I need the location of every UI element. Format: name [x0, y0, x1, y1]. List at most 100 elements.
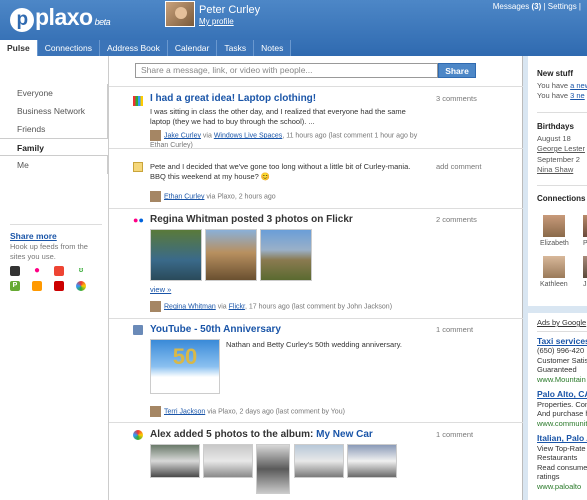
flickr-icon[interactable]: ●: [32, 266, 42, 276]
album-photo-5[interactable]: [347, 444, 397, 478]
ad-url: www.paloalto: [537, 481, 582, 491]
top-header: p plaxo beta Peter Curley My profile Messa…: [0, 0, 587, 56]
right-sidebar: New stuff You have a new You have 3 ne B…: [528, 56, 587, 500]
album-photo-4[interactable]: [294, 444, 344, 478]
source-link[interactable]: Windows Live Spaces: [214, 132, 282, 139]
comments-link[interactable]: 2 comments: [436, 215, 477, 224]
tab-pulse[interactable]: Pulse: [0, 40, 38, 56]
post-title[interactable]: Regina Whitman posted 3 photos on Flickr: [150, 214, 353, 225]
pulse-feed: Share a message, link, or video with peo…: [108, 56, 523, 500]
connection-name[interactable]: Ji: [583, 281, 587, 288]
post-text: I was sitting in class the other day, an…: [150, 107, 406, 126]
source-link[interactable]: Flickr: [229, 303, 245, 310]
picasa-icon: [133, 430, 143, 440]
post-title[interactable]: YouTube - 50th Anniversary: [150, 324, 281, 335]
service-icons: ● ʊ P: [10, 266, 100, 291]
album-photo-1[interactable]: [150, 444, 200, 478]
feed-service-icon[interactable]: ʊ: [76, 266, 86, 276]
connection-name[interactable]: Pe: [583, 240, 587, 247]
share-input[interactable]: Share a message, link, or video with peo…: [135, 63, 438, 78]
comments-link[interactable]: 3 comments: [436, 94, 477, 103]
ad-title[interactable]: Italian, Palo A: [537, 433, 587, 444]
tab-calendar[interactable]: Calendar: [167, 40, 218, 56]
album-photo-2[interactable]: [203, 444, 253, 478]
post-meta: Terri Jackson via Plaxo, 2 days ago (las…: [150, 406, 420, 417]
connection-avatar[interactable]: [543, 215, 565, 237]
author-link[interactable]: Jake Curley: [164, 132, 201, 139]
share-more-description: Hook up feeds from the sites you use.: [10, 242, 88, 261]
settings-link[interactable]: Settings: [548, 2, 577, 11]
tab-notes[interactable]: Notes: [254, 40, 292, 56]
my-profile-link[interactable]: My profile: [199, 17, 234, 26]
flickr-photo-2[interactable]: [205, 229, 257, 281]
add-comment-link[interactable]: add comment: [436, 162, 481, 171]
ad-block[interactable]: Taxi services (650) 996-420 Customer Sat…: [537, 336, 587, 385]
ad-block[interactable]: Italian, Palo A View Top-Rate Restaurant…: [537, 433, 587, 491]
ad-block[interactable]: Palo Alto, CA Properties. Con And purcha…: [537, 389, 587, 428]
rss-icon[interactable]: [32, 281, 42, 291]
youtube-tv-icon: [133, 325, 143, 335]
connection-name[interactable]: Kathleen: [540, 281, 568, 288]
ad-title[interactable]: Taxi services: [537, 336, 587, 347]
post-text: Nathan and Betty Curley's 50th wedding a…: [226, 340, 402, 349]
feed-item: I had a great idea! Laptop clothing! I w…: [109, 86, 523, 149]
user-avatar[interactable]: [165, 1, 195, 27]
birthday-date: August 18: [537, 134, 571, 143]
author-avatar: [150, 130, 161, 141]
video-service-icon[interactable]: [54, 266, 64, 276]
author-link[interactable]: Regina Whitman: [164, 303, 216, 310]
post-title[interactable]: I had a great idea! Laptop clothing!: [150, 93, 316, 104]
author-avatar: [150, 191, 161, 202]
blog-service-icon[interactable]: P: [10, 281, 20, 291]
birthday-name-link[interactable]: George Lester: [537, 144, 587, 154]
birthday-name-link[interactable]: Nina Shaw: [537, 165, 587, 175]
youtube-icon[interactable]: [54, 281, 64, 291]
connection-name[interactable]: Elizabeth: [540, 240, 569, 247]
ads-by-google-link[interactable]: Ads by Google: [537, 318, 587, 328]
birthday-date: September 2: [537, 155, 580, 164]
tab-connections[interactable]: Connections: [37, 40, 100, 56]
comments-link[interactable]: 1 comment: [436, 325, 473, 334]
ad-url: www.Mountain: [537, 374, 586, 384]
author-link[interactable]: Terri Jackson: [164, 408, 205, 415]
new-stuff-line: You have 3 ne: [537, 91, 585, 100]
nav-family[interactable]: Family: [0, 138, 108, 156]
connection-avatar[interactable]: [583, 215, 587, 237]
plaxo-logo[interactable]: p plaxo beta: [10, 4, 111, 32]
post-text: Pete and I decided that we've gone too l…: [150, 162, 411, 181]
nav-everyone[interactable]: Everyone: [0, 84, 108, 102]
connection-avatar[interactable]: [543, 256, 565, 278]
birthdays-heading: Birthdays: [537, 122, 574, 131]
author-avatar: [150, 301, 161, 312]
new-item-link[interactable]: 3 ne: [570, 91, 585, 100]
new-item-link[interactable]: a new: [570, 81, 587, 90]
album-link[interactable]: My New Car: [316, 429, 373, 440]
share-button[interactable]: Share: [438, 63, 476, 78]
feed-item: YouTube - 50th Anniversary 1 comment 50 …: [109, 318, 523, 422]
youtube-video-thumbnail[interactable]: 50: [150, 339, 220, 394]
photo-service-icon[interactable]: [10, 266, 20, 276]
ad-title[interactable]: Palo Alto, CA: [537, 389, 587, 400]
new-stuff-line: You have a new: [537, 81, 587, 91]
tab-tasks[interactable]: Tasks: [217, 40, 255, 56]
new-stuff-heading: New stuff: [537, 69, 573, 78]
flickr-photo-1[interactable]: [150, 229, 202, 281]
comments-link[interactable]: 1 comment: [436, 430, 473, 439]
nav-me[interactable]: Me: [0, 156, 108, 174]
album-photo-3[interactable]: [256, 444, 290, 494]
tab-address-book[interactable]: Address Book: [99, 40, 168, 56]
feed-item: Alex added 5 photos to the album: My New…: [109, 422, 523, 500]
connection-avatar[interactable]: [583, 256, 587, 278]
nav-business-network[interactable]: Business Network: [0, 102, 108, 120]
share-more-link[interactable]: Share more: [10, 231, 102, 241]
filter-nav: Everyone Business Network Friends Family…: [0, 84, 108, 174]
post-meta: Regina Whitman via Flickr, 17 hours ago …: [150, 301, 420, 312]
feed-item: ●● Regina Whitman posted 3 photos on Fli…: [109, 208, 523, 318]
picasa-icon[interactable]: [76, 281, 86, 291]
messages-link[interactable]: Messages: [493, 2, 529, 11]
user-name: Peter Curley: [199, 4, 261, 16]
view-photos-link[interactable]: view »: [150, 285, 171, 294]
author-link[interactable]: Ethan Curley: [164, 193, 204, 200]
flickr-photo-3[interactable]: [260, 229, 312, 281]
nav-friends[interactable]: Friends: [0, 120, 108, 138]
